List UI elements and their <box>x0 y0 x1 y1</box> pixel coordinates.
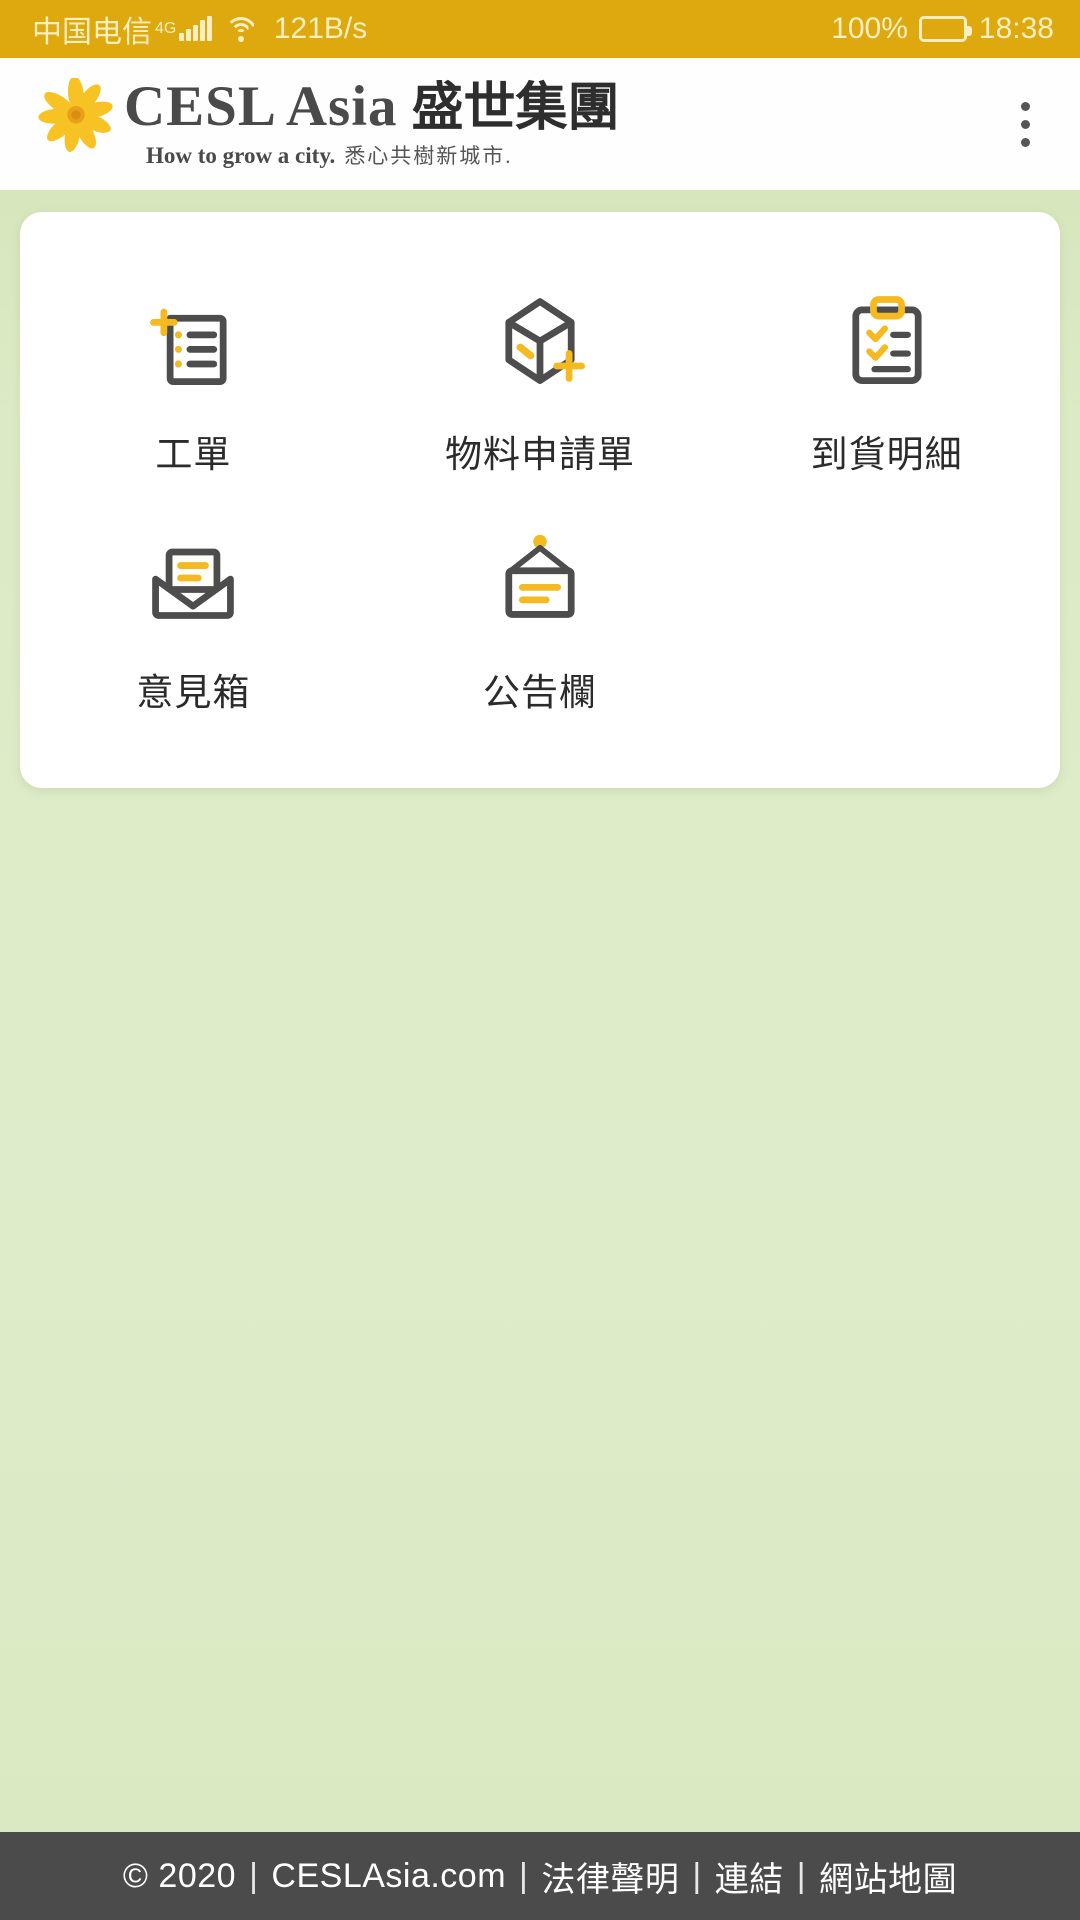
tagline-en: How to grow a city. <box>146 143 336 168</box>
wifi-icon <box>224 16 258 42</box>
app-header: CESL Asia 盛世集團 How to grow a city. 悉心共樹新… <box>0 58 1080 190</box>
footer-copyright: © 2020 <box>122 1856 237 1895</box>
brand-text-block: CESL Asia 盛世集團 How to grow a city. 悉心共樹新… <box>124 78 620 170</box>
footer-separator-3: | <box>692 1856 702 1895</box>
clock-label: 18:38 <box>978 12 1054 45</box>
cesl-flower-logo-icon <box>30 76 122 170</box>
delivery-details-icon <box>833 288 941 390</box>
tile-label: 工單 <box>155 434 232 475</box>
tile-material-request[interactable]: 物料申請單 <box>367 270 714 508</box>
battery-percent-label: 100% <box>831 12 908 45</box>
status-bar-left: 中国电信 4G 121B/s <box>32 7 367 51</box>
status-bar: 中国电信 4G 121B/s 100% 18:38 <box>0 0 1080 58</box>
tile-label: 到貨明細 <box>810 434 963 475</box>
feedback-box-icon <box>139 526 247 628</box>
battery-full-icon <box>918 16 972 42</box>
site-footer: © 2020 | CESLAsia.com | 法律聲明 | 連結 | 網站地圖 <box>0 1832 1080 1920</box>
menu-card: 工單 物料申請單 到貨明細 意見箱 公告欄 <box>20 212 1060 788</box>
grid-empty-cell <box>713 508 1060 746</box>
signal-bars-icon <box>179 16 212 41</box>
brand-name-en: CESL Asia <box>124 75 398 138</box>
footer-link-links[interactable]: 連結 <box>715 1852 784 1901</box>
footer-link-legal[interactable]: 法律聲明 <box>541 1852 679 1901</box>
data-speed-label: 121B/s <box>273 12 368 45</box>
footer-separator-4: | <box>796 1856 807 1895</box>
page-body: 工單 物料申請單 到貨明細 意見箱 公告欄 <box>0 190 1080 1832</box>
brand-name-zh: 盛世集團 <box>411 80 620 137</box>
tile-label: 意見箱 <box>136 672 251 713</box>
bulletin-board-icon <box>486 526 594 628</box>
carrier-label: 中国电信 <box>32 16 152 49</box>
tile-label: 公告欄 <box>482 672 597 713</box>
tile-feedback-box[interactable]: 意見箱 <box>20 508 367 746</box>
footer-separator-2: | <box>519 1856 529 1895</box>
overflow-menu-icon[interactable] <box>998 89 1052 159</box>
tile-label: 物料申請單 <box>444 434 635 475</box>
footer-link-site[interactable]: CESLAsia.com <box>271 1857 506 1896</box>
brand-logo[interactable]: CESL Asia 盛世集團 How to grow a city. 悉心共樹新… <box>30 76 620 170</box>
tagline-zh: 悉心共樹新城市. <box>344 144 513 168</box>
network-type-label: 4G <box>155 20 177 37</box>
material-request-icon <box>486 288 594 390</box>
status-bar-right: 100% 18:38 <box>831 12 1054 46</box>
tile-bulletin-board[interactable]: 公告欄 <box>367 508 714 746</box>
tile-delivery-details[interactable]: 到貨明細 <box>713 270 1060 508</box>
work-order-icon <box>139 288 247 390</box>
tile-work-order[interactable]: 工單 <box>20 270 367 508</box>
footer-link-sitemap[interactable]: 網站地圖 <box>819 1852 957 1901</box>
footer-separator-1: | <box>249 1856 259 1895</box>
menu-grid: 工單 物料申請單 到貨明細 意見箱 公告欄 <box>20 270 1060 746</box>
